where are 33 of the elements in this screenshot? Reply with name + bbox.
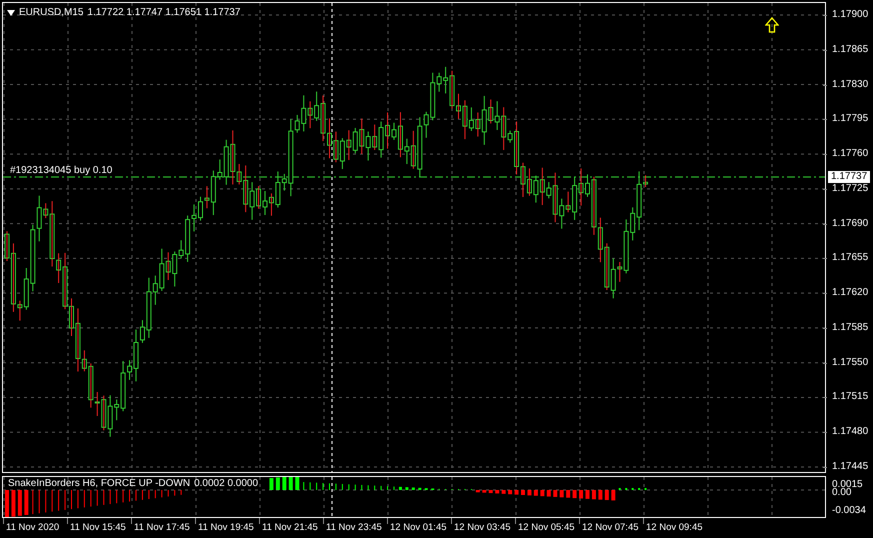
time-label: 11 Nov 2020: [6, 522, 60, 534]
indicator-scale-label: 0.00: [832, 488, 852, 498]
time-label: 12 Nov 01:45: [390, 522, 447, 534]
price-label: 1.17690: [832, 218, 868, 230]
price-label: 1.17900: [832, 9, 868, 21]
price-label: 1.17585: [832, 322, 868, 334]
current-price-label: 1.17737: [828, 171, 870, 183]
time-label: 12 Nov 03:45: [454, 522, 511, 534]
price-label: 1.17445: [832, 461, 868, 473]
symbol-title: EURUSD,M15: [19, 7, 84, 18]
price-label: 1.17725: [832, 182, 868, 195]
price-label: 1.17865: [832, 44, 868, 56]
time-label: 11 Nov 21:45: [262, 522, 318, 534]
ohlc-values: 1.17722 1.17747 1.17651 1.17737: [87, 7, 240, 18]
price-label: 1.17760: [832, 148, 868, 160]
price-label: 1.17550: [832, 356, 868, 369]
price-label: 1.17515: [832, 391, 868, 404]
price-label: 1.17655: [832, 252, 868, 264]
indicator-name: SnakeInBorders H6, FORCE UP -DOWN: [8, 478, 190, 489]
price-label: 1.17480: [832, 426, 868, 438]
order-label: #1923134045 buy 0.10: [10, 165, 112, 176]
indicator-values: 0.0002 0.0000: [194, 478, 258, 489]
time-label: 12 Nov 07:45: [582, 522, 639, 534]
time-label: 12 Nov 09:45: [646, 522, 703, 534]
price-label: 1.17830: [832, 78, 868, 91]
price-label: 1.17795: [832, 113, 868, 126]
time-label: 11 Nov 15:45: [70, 522, 126, 534]
price-label: 1.17620: [832, 287, 868, 300]
time-label: 11 Nov 19:45: [198, 522, 254, 534]
time-label: 12 Nov 05:45: [518, 522, 575, 534]
indicator-scale-label: -0.0034: [832, 506, 866, 516]
time-label: 11 Nov 17:45: [134, 522, 190, 534]
time-label: 11 Nov 23:45: [326, 522, 382, 534]
